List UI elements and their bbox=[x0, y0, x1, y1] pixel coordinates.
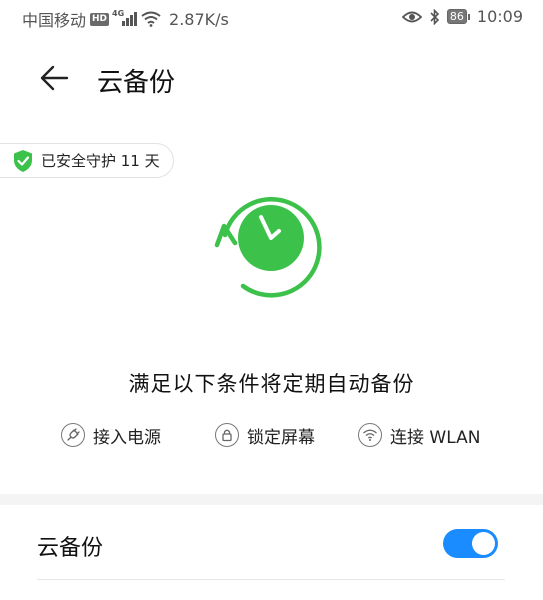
eye-comfort-icon bbox=[401, 10, 422, 24]
app-header: 云备份 bbox=[0, 50, 543, 106]
backup-clock-illustration bbox=[211, 183, 331, 298]
shield-check-icon bbox=[14, 149, 32, 172]
toggle-knob bbox=[472, 532, 495, 555]
battery-icon: 86 bbox=[446, 9, 470, 24]
condition-label: 接入电源 bbox=[93, 427, 161, 448]
cloud-backup-toggle[interactable] bbox=[443, 529, 498, 558]
cloud-backup-setting-row[interactable]: 云备份 bbox=[37, 518, 505, 570]
page-title: 云备份 bbox=[97, 68, 176, 98]
bluetooth-icon bbox=[429, 8, 440, 25]
condition-label: 锁定屏幕 bbox=[247, 427, 315, 448]
conditions-list: 接入电源 锁定屏幕 连接 WLAN bbox=[0, 420, 543, 450]
protection-days-text: 已安全守护 11 天 bbox=[41, 152, 160, 170]
row-divider bbox=[37, 579, 505, 580]
network-type: 4G bbox=[112, 9, 125, 18]
status-right: 86 10:09 bbox=[401, 7, 523, 26]
hd-badge: HD bbox=[90, 12, 110, 26]
wifi-icon bbox=[358, 423, 382, 447]
protection-status-pill[interactable]: 已安全守护 11 天 bbox=[0, 143, 174, 178]
condition-wlan: 连接 WLAN bbox=[358, 420, 480, 450]
carrier-name: 中国移动 bbox=[22, 11, 87, 30]
cloud-backup-label: 云备份 bbox=[37, 536, 104, 561]
condition-power: 接入电源 bbox=[61, 420, 161, 450]
wifi-status-icon bbox=[141, 11, 161, 27]
section-divider bbox=[0, 494, 543, 505]
condition-lock: 锁定屏幕 bbox=[215, 420, 315, 450]
lock-icon bbox=[215, 423, 239, 447]
plug-icon bbox=[61, 423, 85, 447]
status-left: 中国移动 HD 4G 2.87K/s bbox=[22, 7, 229, 31]
back-button[interactable] bbox=[34, 60, 74, 96]
cellular-signal-icon: 4G bbox=[112, 9, 138, 26]
battery-level: 86 bbox=[446, 9, 467, 24]
network-speed: 2.87K/s bbox=[169, 9, 229, 29]
status-bar: 中国移动 HD 4G 2.87K/s 86 10:09 bbox=[0, 0, 543, 34]
backup-clock-icon bbox=[214, 197, 322, 298]
condition-label: 连接 WLAN bbox=[390, 427, 481, 448]
clock: 10:09 bbox=[476, 7, 523, 26]
auto-backup-conditions-title: 满足以下条件将定期自动备份 bbox=[128, 372, 415, 396]
arrow-left-icon bbox=[40, 65, 69, 91]
